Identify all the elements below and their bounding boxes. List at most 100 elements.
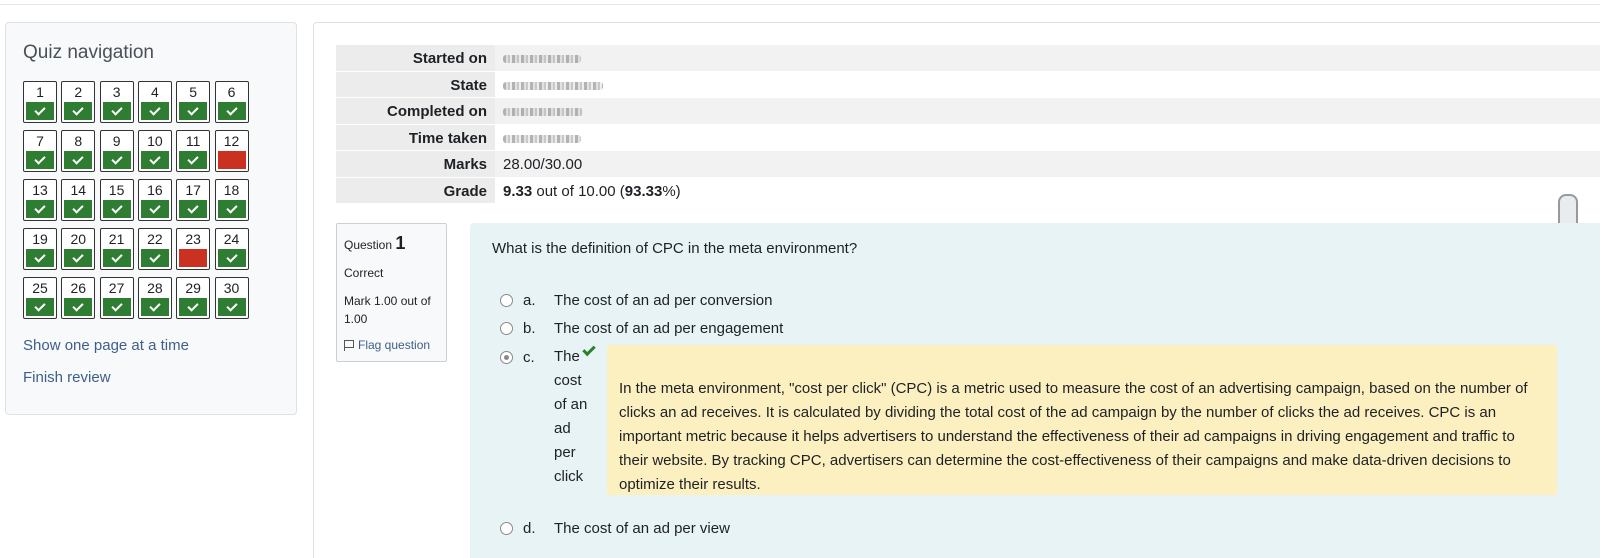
redacted-value bbox=[495, 72, 1600, 98]
grade-out-of: out of 10.00 ( bbox=[532, 182, 625, 200]
question-nav-button[interactable]: 2 bbox=[61, 81, 96, 123]
question-nav-button[interactable]: 13 bbox=[23, 179, 57, 221]
question-nav-button[interactable]: 9 bbox=[99, 130, 134, 172]
summary-label: Completed on bbox=[336, 98, 495, 124]
question-nav-number: 8 bbox=[74, 133, 83, 149]
question-nav-number: 11 bbox=[185, 133, 201, 149]
answer-option-d[interactable]: d. The cost of an ad per view bbox=[500, 520, 730, 537]
question-nav-button[interactable]: 20 bbox=[61, 228, 96, 270]
question-nav-number: 28 bbox=[147, 280, 163, 296]
question-nav-number: 22 bbox=[147, 231, 163, 247]
show-one-page-link[interactable]: Show one page at a time bbox=[23, 337, 189, 354]
flag-question-link[interactable]: Flag question bbox=[344, 338, 439, 352]
summary-label: Started on bbox=[336, 45, 495, 71]
question-nav-button[interactable]: 25 bbox=[23, 277, 57, 319]
question-nav-button[interactable]: 11 bbox=[176, 130, 211, 172]
question-nav-number: 24 bbox=[223, 231, 240, 247]
correct-check-icon bbox=[179, 151, 208, 169]
finish-review-link[interactable]: Finish review bbox=[23, 369, 111, 386]
question-number: Question 1 bbox=[344, 233, 439, 254]
question-nav-button[interactable]: 1 bbox=[23, 81, 57, 123]
radio-button[interactable] bbox=[500, 522, 513, 535]
question-nav-number: 17 bbox=[185, 182, 201, 198]
quiz-navigation-title: Quiz navigation bbox=[23, 42, 154, 63]
question-nav-button[interactable]: 19 bbox=[23, 228, 57, 270]
question-nav-button[interactable]: 5 bbox=[176, 81, 211, 123]
grade-percent: 93.33 bbox=[624, 182, 663, 200]
question-nav-button[interactable]: 27 bbox=[99, 277, 134, 319]
question-nav-button[interactable]: 29 bbox=[176, 277, 211, 319]
radio-button[interactable] bbox=[500, 322, 513, 335]
correct-check-icon bbox=[64, 298, 93, 316]
question-nav-button[interactable]: 17 bbox=[176, 179, 211, 221]
redacted-value bbox=[495, 98, 1600, 124]
flag-question-label: Flag question bbox=[358, 338, 431, 352]
answer-feedback: In the meta environment, "cost per click… bbox=[607, 345, 1557, 495]
attempt-summary-table: Started on State Completed on Time taken… bbox=[336, 45, 1600, 204]
summary-row-time-taken: Time taken bbox=[336, 124, 1600, 151]
question-nav-button[interactable]: 26 bbox=[61, 277, 96, 319]
correct-check-icon bbox=[64, 200, 93, 218]
grade-score: 9.33 bbox=[503, 182, 533, 200]
correct-check-icon bbox=[26, 200, 54, 218]
option-letter: d. bbox=[523, 520, 536, 537]
answer-option-c[interactable]: c. The cost of an ad per click bbox=[500, 348, 591, 489]
question-nav-button[interactable]: 14 bbox=[61, 179, 96, 221]
question-nav-number: 7 bbox=[36, 133, 44, 149]
question-nav-button[interactable]: 28 bbox=[137, 277, 172, 319]
question-nav-number: 1 bbox=[36, 84, 44, 100]
summary-row-started-on: Started on bbox=[336, 45, 1600, 72]
option-text: The cost of an ad per conversion bbox=[554, 292, 773, 309]
correct-check-icon bbox=[26, 298, 54, 316]
question-nav-button[interactable]: 10 bbox=[137, 130, 172, 172]
correct-check-icon bbox=[217, 249, 246, 267]
question-nav-button[interactable]: 24 bbox=[214, 228, 249, 270]
option-text: The cost of an ad per view bbox=[554, 520, 730, 537]
question-nav-button[interactable]: 12 bbox=[214, 130, 249, 172]
question-nav-number: 3 bbox=[112, 84, 121, 100]
question-nav-number: 13 bbox=[32, 182, 48, 198]
question-nav-button[interactable]: 4 bbox=[137, 81, 172, 123]
question-nav-number: 14 bbox=[70, 182, 87, 198]
option-letter: a. bbox=[523, 292, 536, 309]
question-nav-number: 27 bbox=[108, 280, 125, 296]
incorrect-indicator bbox=[217, 151, 246, 169]
answer-option-a[interactable]: a. The cost of an ad per conversion bbox=[500, 292, 772, 309]
grade-close: %) bbox=[662, 182, 681, 200]
question-nav-number: 21 bbox=[108, 231, 125, 247]
question-nav-button[interactable]: 6 bbox=[214, 81, 249, 123]
summary-row-state: State bbox=[336, 71, 1600, 98]
question-nav-button[interactable]: 23 bbox=[176, 228, 211, 270]
question-nav-button[interactable]: 3 bbox=[99, 81, 134, 123]
question-nav-button[interactable]: 15 bbox=[99, 179, 134, 221]
question-nav-button[interactable]: 21 bbox=[99, 228, 134, 270]
answer-option-b[interactable]: b. The cost of an ad per engagement bbox=[500, 320, 783, 337]
correct-check-icon bbox=[179, 298, 208, 316]
question-nav-button[interactable]: 16 bbox=[137, 179, 172, 221]
question-nav-button[interactable]: 7 bbox=[23, 130, 57, 172]
grade-value: 9.33 out of 10.00 (93.33%) bbox=[495, 178, 1600, 204]
radio-button[interactable] bbox=[500, 294, 513, 307]
correct-check-icon bbox=[102, 249, 131, 267]
correct-check-icon bbox=[140, 102, 169, 120]
question-nav-number: 18 bbox=[223, 182, 240, 198]
question-nav-button[interactable]: 8 bbox=[61, 130, 96, 172]
option-text: The cost of an ad per engagement bbox=[554, 320, 784, 337]
question-nav-number: 15 bbox=[108, 182, 125, 198]
summary-row-marks: Marks 28.00/30.00 bbox=[336, 151, 1600, 178]
correct-check-icon bbox=[140, 151, 169, 169]
incorrect-indicator bbox=[179, 249, 208, 267]
question-nav-number: 4 bbox=[150, 84, 159, 100]
correct-check-icon bbox=[102, 102, 131, 120]
question-nav-button[interactable]: 22 bbox=[137, 228, 172, 270]
correct-check-icon bbox=[140, 298, 169, 316]
summary-label: State bbox=[336, 71, 495, 97]
question-nav-button[interactable]: 30 bbox=[214, 277, 249, 319]
question-nav-button[interactable]: 18 bbox=[214, 179, 249, 221]
radio-button-selected[interactable] bbox=[500, 351, 513, 364]
summary-row-grade: Grade 9.33 out of 10.00 (93.33%) bbox=[336, 177, 1600, 204]
question-nav-number: 29 bbox=[185, 280, 201, 296]
option-text: The cost of an ad per click bbox=[554, 348, 588, 485]
question-nav-number: 5 bbox=[189, 84, 198, 100]
redacted-value bbox=[495, 125, 1600, 151]
